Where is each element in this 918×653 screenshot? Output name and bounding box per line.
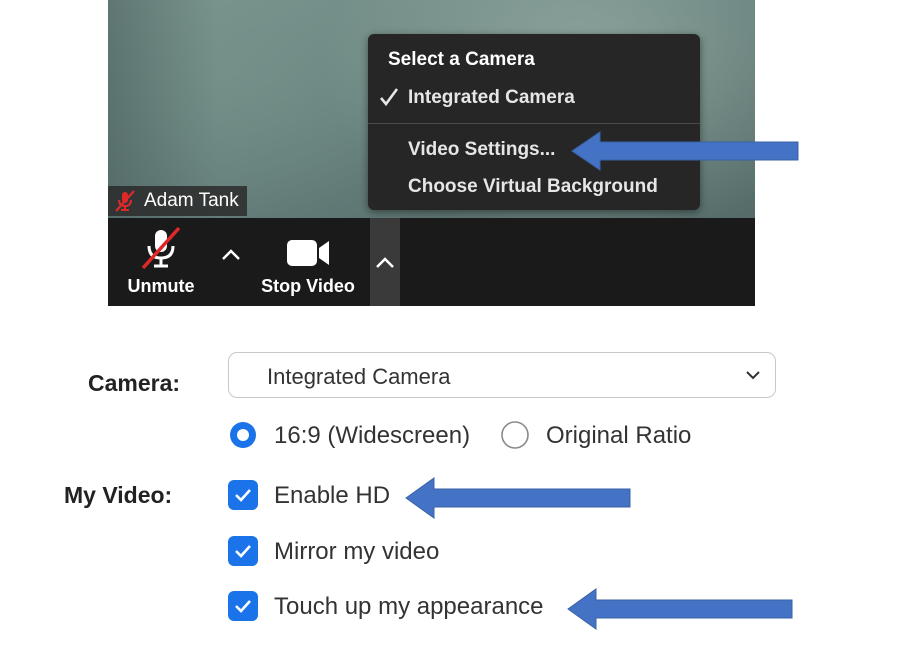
check-icon [235, 489, 251, 502]
video-camera-icon [287, 240, 329, 266]
camera-select[interactable]: Integrated Camera [228, 352, 776, 398]
video-options-caret[interactable] [370, 218, 400, 306]
annotation-arrow-video-settings [571, 131, 799, 171]
menu-item-virtual-background[interactable]: Choose Virtual Background [408, 176, 658, 198]
stop-video-label: Stop Video [261, 276, 355, 296]
annotation-arrow-touch-up [567, 588, 793, 630]
menu-item-video-settings[interactable]: Video Settings... [408, 139, 555, 161]
audio-options-caret[interactable] [216, 218, 246, 290]
chevron-down-icon [746, 371, 760, 380]
checkbox-enable-hd[interactable] [228, 480, 258, 510]
menu-header: Select a Camera [388, 49, 535, 70]
unmute-button[interactable]: Unmute [118, 218, 204, 306]
chevron-up-icon [222, 249, 240, 260]
check-icon [235, 545, 251, 558]
checkbox-touch-up-label: Touch up my appearance [274, 593, 544, 620]
menu-divider [368, 123, 700, 124]
check-icon [380, 88, 399, 107]
unmute-label: Unmute [127, 276, 195, 296]
mic-off-icon [115, 190, 135, 212]
annotation-arrow-enable-hd [405, 477, 631, 519]
participant-name-tag: Adam Tank [108, 186, 247, 216]
radio-original-ratio[interactable] [500, 420, 530, 450]
participant-name: Adam Tank [144, 190, 239, 211]
checkbox-mirror-video[interactable] [228, 536, 258, 566]
my-video-label: My Video: [64, 482, 173, 508]
chevron-up-icon [376, 257, 394, 268]
camera-label: Camera: [88, 370, 181, 396]
menu-item-integrated-camera[interactable]: Integrated Camera [408, 87, 575, 109]
checkbox-enable-hd-label: Enable HD [274, 482, 391, 509]
meeting-toolbar: Unmute Stop Video [108, 218, 755, 306]
camera-select-value: Integrated Camera [267, 364, 451, 389]
stop-video-button[interactable]: Stop Video [254, 218, 362, 306]
checkbox-mirror-video-label: Mirror my video [274, 538, 440, 565]
radio-original-ratio-label: Original Ratio [546, 422, 692, 449]
radio-widescreen-label: 16:9 (Widescreen) [274, 422, 471, 449]
select-camera-menu: Select a Camera Integrated Camera Video … [368, 34, 700, 210]
checkbox-touch-up[interactable] [228, 591, 258, 621]
mic-off-icon [141, 226, 181, 270]
radio-widescreen[interactable] [228, 420, 258, 450]
check-icon [235, 600, 251, 613]
